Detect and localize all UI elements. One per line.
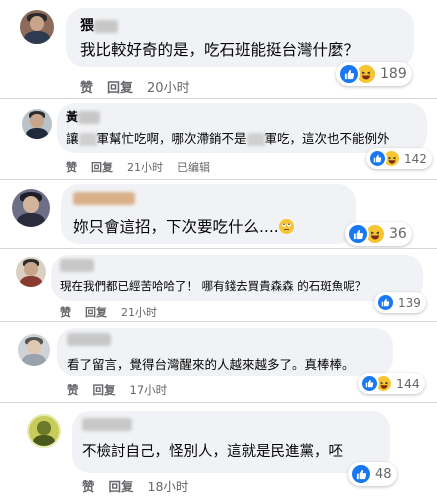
reaction-summary[interactable]: 36 (345, 222, 412, 246)
comment-time[interactable]: 21小时 (127, 161, 163, 174)
comment-actions: 赞 回复 21小时 已编辑 (66, 159, 224, 175)
commenter-name[interactable] (73, 191, 135, 206)
comment-time[interactable]: 17小时 (130, 383, 168, 397)
like-link[interactable]: 赞 (67, 383, 79, 397)
commenter-avatar[interactable] (20, 10, 54, 44)
reply-link[interactable]: 回复 (93, 383, 116, 397)
commenter-name[interactable]: 黃 (66, 108, 101, 125)
comment-text: 看了留言，覺得台灣醒來的人越來越多了。真棒棒。 (67, 357, 355, 372)
comment-actions: 赞 回复 21小时 (60, 304, 171, 320)
commenter-name[interactable] (60, 258, 94, 272)
reaction-summary[interactable]: 139 (374, 292, 426, 313)
comment-text: 不檢討自己，怪別人，這就是民進黨，呸 (82, 444, 343, 460)
comment-time[interactable]: 21小时 (121, 306, 157, 319)
comment-time[interactable]: 20小时 (147, 81, 190, 96)
like-link[interactable]: 赞 (60, 306, 71, 319)
reaction-summary[interactable]: 144 (358, 373, 425, 394)
like-icon (368, 149, 387, 168)
comment-actions: 赞回复 20小时 (80, 77, 204, 96)
commenter-avatar[interactable] (27, 414, 61, 448)
reply-link[interactable]: 回复 (109, 479, 134, 494)
comment-6: 不檢討自己，怪別人，這就是民進黨，呸 赞回复 18小时 48 (0, 402, 437, 498)
reply-link[interactable]: 回复 (91, 161, 113, 174)
comment-actions: 赞回复 17小时 (67, 382, 181, 398)
reaction-count: 144 (396, 376, 420, 391)
commenter-name[interactable] (82, 417, 132, 431)
reaction-summary[interactable]: 189 (336, 62, 412, 86)
commenter-avatar[interactable] (16, 257, 46, 287)
comment-text: 妳只會這招，下次要吃什么.... (73, 215, 294, 237)
comment-1: 猥 我比較好奇的是，吃石班能挺台灣什麼？ 赞回复 20小时 189 (0, 0, 437, 98)
reaction-count: 189 (380, 66, 407, 82)
comment-text: 我比較好奇的是，吃石班能挺台灣什麼？ (80, 41, 360, 59)
like-link[interactable]: 赞 (66, 161, 77, 174)
like-icon (347, 223, 369, 245)
like-icon (350, 463, 372, 485)
reaction-summary[interactable]: 48 (348, 462, 397, 486)
like-link[interactable]: 赞 (82, 479, 95, 494)
commenter-name[interactable]: 猥 (80, 15, 118, 35)
comment-time[interactable]: 18小时 (148, 479, 189, 494)
reaction-count: 48 (375, 466, 392, 482)
like-link[interactable]: 赞 (80, 81, 93, 96)
like-icon (360, 374, 379, 393)
commenter-avatar[interactable] (12, 189, 50, 227)
reply-link[interactable]: 回复 (107, 81, 133, 96)
reply-link[interactable]: 回复 (85, 306, 107, 319)
edited-label: 已编辑 (177, 161, 210, 174)
comment-2: 黃 讓軍幫忙吃啊，哪次滯銷不是 軍吃，這次也不能例外 赞 回复 21小时 已编辑 142 (0, 98, 437, 179)
like-icon (376, 293, 395, 312)
reaction-summary[interactable]: 142 (366, 148, 432, 169)
comment-5: 看了留言，覺得台灣醒來的人越來越多了。真棒棒。 赞回复 17小时 144 (0, 321, 437, 402)
reaction-count: 139 (398, 295, 421, 310)
reaction-count: 142 (404, 151, 427, 166)
reaction-count: 36 (389, 226, 407, 242)
like-icon (338, 63, 360, 85)
commenter-avatar[interactable] (18, 334, 50, 366)
rolling-eyes-emoji (278, 219, 294, 234)
commenter-avatar[interactable] (22, 109, 52, 139)
comment-4: 現在我們都已經苦哈哈了！ 哪有錢去買貴森森 的石斑魚呢？ 赞 回复 21小时 139 (0, 248, 437, 321)
comment-text: 現在我們都已經苦哈哈了！ 哪有錢去買貴森森 的石斑魚呢？ (60, 279, 367, 293)
comment-text: 讓軍幫忙吃啊，哪次滯銷不是 軍吃，這次也不能例外 (66, 131, 390, 146)
comment-actions: 赞回复 18小时 (82, 476, 202, 495)
comment-3: 妳只會這招，下次要吃什么.... 36 (0, 179, 437, 248)
commenter-name[interactable] (67, 332, 111, 346)
